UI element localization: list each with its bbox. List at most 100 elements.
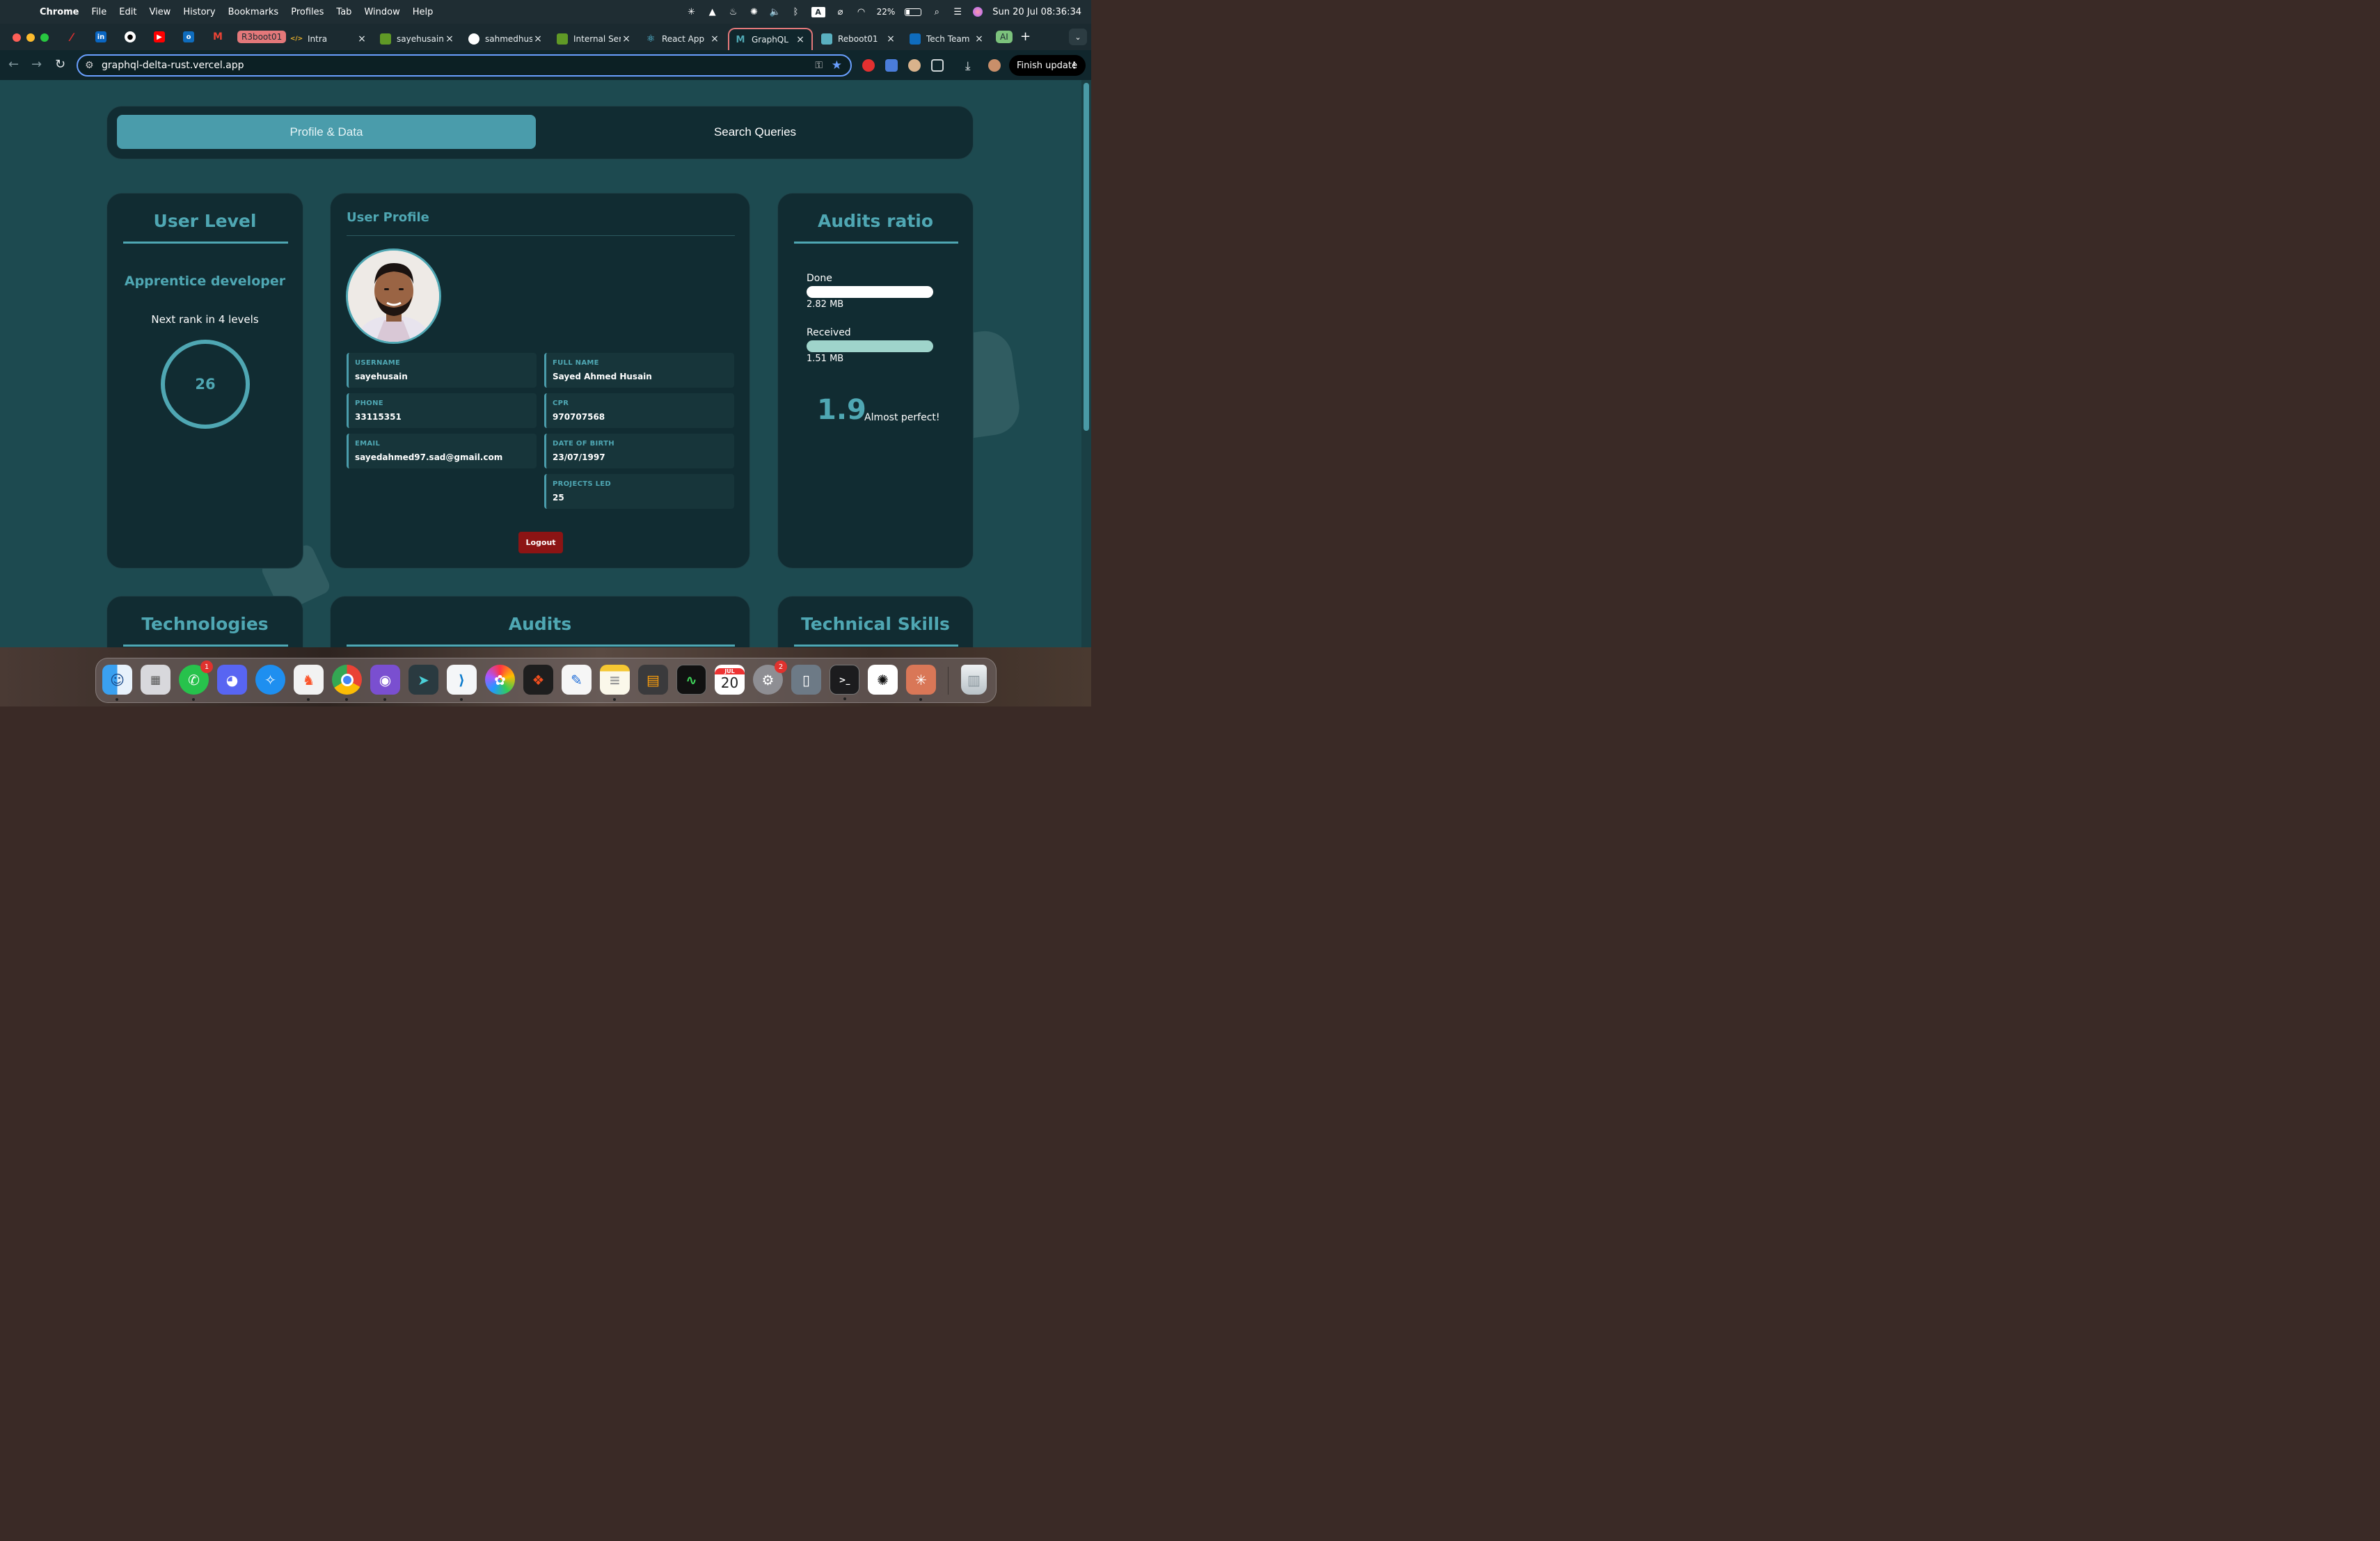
calculator-icon[interactable]: ▤ xyxy=(638,665,668,695)
tab-search-chevron-icon[interactable]: ⌄ xyxy=(1069,29,1087,45)
activity-monitor-icon[interactable]: ∿ xyxy=(676,665,706,695)
menu-history[interactable]: History xyxy=(177,7,221,17)
menu-window[interactable]: Window xyxy=(358,7,406,17)
extension-translate-icon[interactable] xyxy=(885,59,898,72)
bookmark-star-icon[interactable]: ★ xyxy=(832,58,842,72)
address-bar[interactable]: ⚙ graphql-delta-rust.vercel.app ⚿ ★ xyxy=(77,54,852,77)
input-source-indicator[interactable]: A xyxy=(811,6,825,17)
extension-adblock-icon[interactable] xyxy=(862,59,875,72)
ai-tab-group-chip[interactable]: AI xyxy=(996,31,1013,43)
password-key-icon[interactable]: ⚿ xyxy=(815,60,823,71)
prompt-icon[interactable]: ➤ xyxy=(408,665,438,695)
forward-icon[interactable]: → xyxy=(31,57,42,72)
page-nav-tabs: Profile & Data Search Queries xyxy=(106,106,974,159)
pinned-tab-youtube-icon[interactable]: ▶ xyxy=(154,31,165,42)
ratio-value: 1.9 xyxy=(817,394,866,426)
pinned-tab-github-icon[interactable]: ● xyxy=(125,31,136,42)
photos-icon[interactable]: ✿ xyxy=(485,665,515,695)
siri-icon[interactable] xyxy=(973,7,983,17)
pinned-tab-feather-icon[interactable]: ⁄ xyxy=(66,31,77,44)
tab-group-chip[interactable]: R3boot01 xyxy=(237,31,287,43)
bolt-status-icon[interactable]: ♨ xyxy=(728,6,739,17)
pinned-tab-gmail-icon[interactable]: M xyxy=(212,31,223,42)
vscode-icon[interactable]: ⟩ xyxy=(447,665,477,701)
tab-reboot01[interactable]: Reboot01 × xyxy=(821,28,896,50)
menu-clock[interactable]: Sun 20 Jul 08:36:34 xyxy=(992,7,1081,17)
terminal-icon[interactable]: >_ xyxy=(830,665,859,700)
menu-profiles[interactable]: Profiles xyxy=(285,7,330,17)
menu-app-name[interactable]: Chrome xyxy=(33,7,86,17)
tab-intra[interactable]: </> Intra × xyxy=(290,28,367,50)
menu-edit[interactable]: Edit xyxy=(113,7,143,17)
reload-icon[interactable]: ↻ xyxy=(55,57,65,72)
finish-update-button[interactable]: Finish update ⋮ xyxy=(1009,55,1086,76)
tab-profile-data[interactable]: Profile & Data xyxy=(117,115,536,149)
claude-icon[interactable]: ✳ xyxy=(906,665,936,701)
bluetooth-icon[interactable]: ᛒ xyxy=(791,6,802,17)
wifi-icon[interactable]: ◠ xyxy=(856,6,867,17)
freeform-icon[interactable]: ✎ xyxy=(562,665,592,695)
back-icon[interactable]: ← xyxy=(8,57,19,72)
paperclip-icon[interactable]: ⌀ xyxy=(835,6,846,17)
chrome-menu-icon[interactable]: ⋮ xyxy=(1070,61,1079,71)
gitea-icon xyxy=(380,33,391,45)
pinned-tab-outlook-icon[interactable]: o xyxy=(183,31,194,42)
chrome-icon[interactable] xyxy=(332,665,362,701)
figma-icon[interactable]: ❖ xyxy=(523,665,553,695)
menu-help[interactable]: Help xyxy=(406,7,440,17)
tab-sayehusain[interactable]: sayehusain/ × xyxy=(380,28,455,50)
spotlight-search-icon[interactable]: ⌕ xyxy=(931,6,942,17)
tab-tech-team[interactable]: Tech Team × xyxy=(910,28,985,50)
iphone-mirroring-icon[interactable]: ▯ xyxy=(791,665,821,695)
chatgpt-status-icon[interactable]: ✺ xyxy=(749,6,760,17)
close-tab-icon[interactable]: × xyxy=(709,33,720,45)
close-tab-icon[interactable]: × xyxy=(444,33,455,45)
chatgpt-icon[interactable]: ✺ xyxy=(868,665,898,695)
tab-sahmedhus[interactable]: sahmedhus × xyxy=(468,28,544,50)
browser-toolbar: ← → ↻ ⚙ graphql-delta-rust.vercel.app ⚿ … xyxy=(0,50,1091,80)
menu-view[interactable]: View xyxy=(143,7,177,17)
scrollbar-thumb[interactable] xyxy=(1084,83,1089,431)
page-scrollbar[interactable] xyxy=(1081,80,1091,647)
launchpad-icon[interactable]: ▦ xyxy=(141,665,170,695)
tab-search-queries[interactable]: Search Queries xyxy=(536,115,974,149)
drive-status-icon[interactable]: ▲ xyxy=(707,6,718,17)
pinned-tab-linkedin-icon[interactable]: in xyxy=(95,31,106,42)
extension-cookie-icon[interactable] xyxy=(908,59,921,72)
tab-internal-ser[interactable]: Internal Ser × xyxy=(557,28,632,50)
github-desktop-icon[interactable]: ◉ xyxy=(370,665,400,701)
close-tab-icon[interactable]: × xyxy=(532,33,544,45)
extensions-puzzle-icon[interactable] xyxy=(931,59,944,72)
downloads-icon[interactable]: ⤓ xyxy=(965,59,978,73)
profile-avatar-icon[interactable] xyxy=(988,59,1001,72)
discord-icon[interactable]: ◕ xyxy=(217,665,247,695)
close-tab-icon[interactable]: × xyxy=(974,33,985,45)
close-window-button[interactable] xyxy=(13,33,21,42)
volume-icon[interactable]: 🔈 xyxy=(769,6,780,17)
whatsapp-icon[interactable]: ✆ 1 xyxy=(179,661,213,701)
new-tab-icon[interactable]: + xyxy=(1020,29,1031,44)
control-center-icon[interactable]: ☰ xyxy=(952,6,963,17)
claude-status-icon[interactable]: ✳ xyxy=(686,6,697,17)
zoom-window-button[interactable] xyxy=(40,33,49,42)
logout-button[interactable]: Logout xyxy=(518,532,563,553)
trash-icon[interactable]: ▥ xyxy=(961,665,987,695)
battery-icon[interactable] xyxy=(905,8,922,16)
calendar-icon[interactable]: JUL 20 xyxy=(715,665,745,695)
site-info-icon[interactable]: ⚙ xyxy=(85,60,94,71)
minimize-window-button[interactable] xyxy=(26,33,35,42)
close-tab-icon[interactable]: × xyxy=(885,33,896,45)
menu-tab[interactable]: Tab xyxy=(330,7,358,17)
close-tab-icon[interactable]: × xyxy=(795,34,806,45)
notes-icon[interactable]: ≡ xyxy=(600,665,630,701)
menu-bookmarks[interactable]: Bookmarks xyxy=(222,7,285,17)
menu-file[interactable]: File xyxy=(86,7,113,17)
finder-icon[interactable]: ☺ xyxy=(102,665,132,701)
close-tab-icon[interactable]: × xyxy=(621,33,632,45)
close-tab-icon[interactable]: × xyxy=(356,33,367,45)
tab-react-app[interactable]: ⚛ React App × xyxy=(645,28,720,50)
safari-icon[interactable]: ✧ xyxy=(255,665,285,695)
tab-graphql-active[interactable]: M GraphQL × xyxy=(728,28,813,50)
system-settings-icon[interactable]: ⚙ 2 xyxy=(753,661,787,695)
brave-icon[interactable]: ♞ xyxy=(294,665,324,701)
